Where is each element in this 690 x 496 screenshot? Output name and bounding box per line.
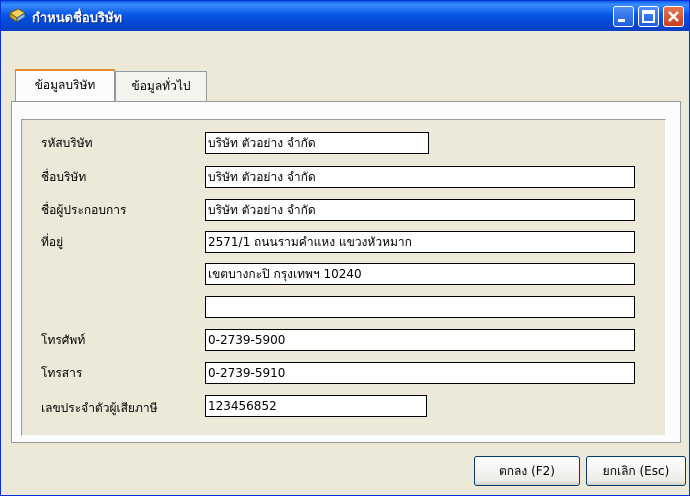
address-line1-field[interactable]: 2571/1 ถนนรามคำแหง แขวงหัวหมาก <box>205 231 635 253</box>
address-line3-field[interactable] <box>205 296 635 318</box>
tab-company-info[interactable]: ข้อมูลบริษัท <box>15 69 115 101</box>
tax-id-label: เลขประจำตัวผู้เสียภาษี <box>41 401 158 415</box>
address-label: ที่อยู่ <box>41 235 64 249</box>
fax-field[interactable]: 0-2739-5910 <box>205 362 635 384</box>
book-icon <box>9 8 26 23</box>
window-title: กำหนดชื่อบริษัท <box>32 11 123 26</box>
close-icon <box>668 11 679 22</box>
maximize-icon <box>642 10 655 23</box>
cancel-button[interactable]: ยกเลิก (Esc) <box>586 456 686 486</box>
tab-general-info[interactable]: ข้อมูลทั่วไป <box>115 71 207 102</box>
tab-company-info-label: ข้อมูลบริษัท <box>34 78 96 92</box>
operator-name-field[interactable]: บริษัท ตัวอย่าง จำกัด <box>205 199 635 221</box>
fax-label: โทรสาร <box>41 366 83 380</box>
maximize-button[interactable] <box>638 6 659 27</box>
tab-general-info-label: ข้อมูลทั่วไป <box>131 79 191 93</box>
ok-button[interactable]: ตกลง (F2) <box>474 456 580 486</box>
close-button[interactable] <box>663 6 684 27</box>
phone-label: โทรศัพท์ <box>41 333 86 347</box>
company-code-field[interactable]: บริษัท ตัวอย่าง จำกัด <box>205 132 429 154</box>
phone-field[interactable]: 0-2739-5900 <box>205 329 635 351</box>
company-name-dialog: กำหนดชื่อบริษัท ข้อมูลบริษัท ข้อมูลทั่วไ… <box>0 0 690 496</box>
address-line2-field[interactable]: เขตบางกะปิ กรุงเทพฯ 10240 <box>205 263 635 285</box>
company-code-label: รหัสบริษัท <box>41 136 93 150</box>
minimize-button[interactable] <box>613 6 634 27</box>
minimize-icon <box>618 19 625 22</box>
company-name-label: ชื่อบริษัท <box>41 170 87 184</box>
title-bar[interactable]: กำหนดชื่อบริษัท <box>1 1 689 31</box>
tax-id-field[interactable]: 123456852 <box>205 395 427 417</box>
operator-name-label: ชื่อผู้ประกอบการ <box>41 203 127 217</box>
company-name-field[interactable]: บริษัท ตัวอย่าง จำกัด <box>205 166 635 188</box>
